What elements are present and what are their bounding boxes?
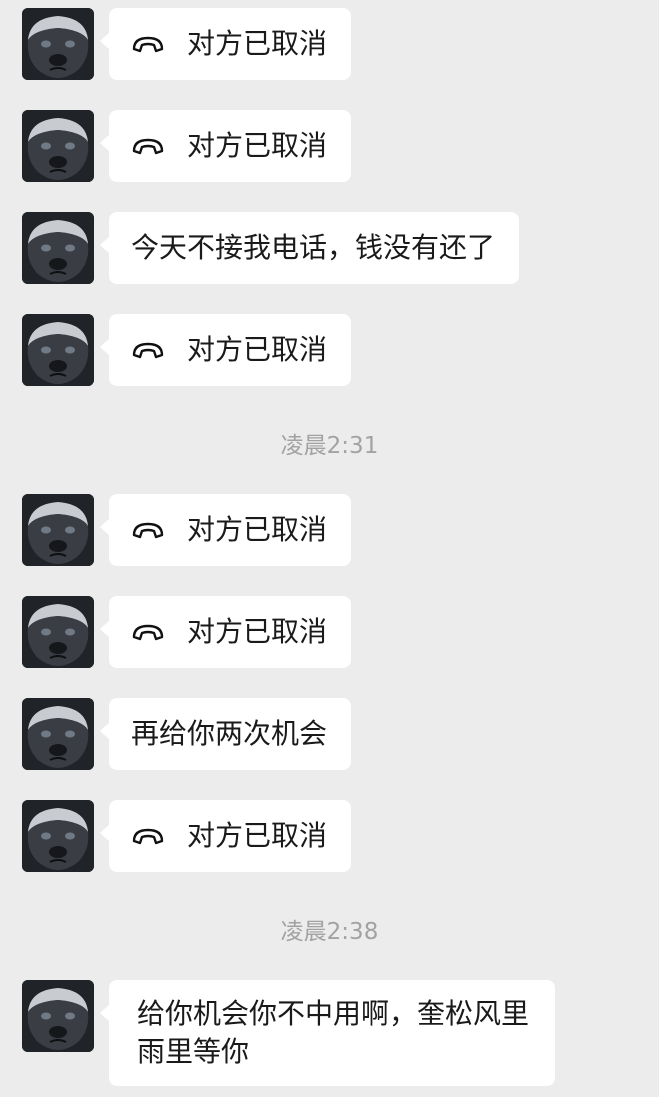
contact-avatar[interactable] <box>22 980 94 1052</box>
call-status-text: 对方已取消 <box>187 513 328 546</box>
timestamp-separator: 凌晨2:38 <box>280 919 379 945</box>
message-row: 对方已取消 <box>22 596 642 668</box>
hang-up-phone-icon <box>131 331 165 369</box>
chat-message-list: 对方已取消 对方已取消 今天不接我电话，钱没有还了 对方已取消 凌晨2:31 对… <box>0 0 659 1097</box>
call-status-bubble[interactable]: 对方已取消 <box>99 8 352 80</box>
text-message-bubble[interactable]: 再给你两次机会 <box>99 698 352 770</box>
call-status-text: 对方已取消 <box>187 27 328 60</box>
call-status-bubble[interactable]: 对方已取消 <box>99 110 352 182</box>
hang-up-phone-icon <box>131 817 165 855</box>
message-row: 对方已取消 <box>22 314 642 386</box>
contact-avatar[interactable] <box>22 800 94 872</box>
message-row: 对方已取消 <box>22 800 642 872</box>
call-status-text: 对方已取消 <box>187 819 328 852</box>
contact-avatar[interactable] <box>22 212 94 284</box>
message-row: 再给你两次机会 <box>22 698 642 770</box>
text-message-bubble[interactable]: 今天不接我电话，钱没有还了 <box>99 212 520 284</box>
message-row: 对方已取消 <box>22 8 642 80</box>
message-row: 对方已取消 <box>22 494 642 566</box>
contact-avatar[interactable] <box>22 698 94 770</box>
message-text: 今天不接我电话，钱没有还了 <box>131 231 496 264</box>
message-row: 给你机会你不中用啊，奎松风里雨里等你 <box>22 980 642 1088</box>
message-row: 今天不接我电话，钱没有还了 <box>22 212 642 284</box>
contact-avatar[interactable] <box>22 110 94 182</box>
call-status-text: 对方已取消 <box>187 615 328 648</box>
contact-avatar[interactable] <box>22 494 94 566</box>
call-status-bubble[interactable]: 对方已取消 <box>99 494 352 566</box>
hang-up-phone-icon <box>131 127 165 165</box>
call-status-bubble[interactable]: 对方已取消 <box>99 596 352 668</box>
contact-avatar[interactable] <box>22 596 94 668</box>
call-status-text: 对方已取消 <box>187 333 328 366</box>
timestamp-separator: 凌晨2:31 <box>280 433 379 459</box>
contact-avatar[interactable] <box>22 8 94 80</box>
hang-up-phone-icon <box>131 511 165 549</box>
text-message-bubble[interactable]: 给你机会你不中用啊，奎松风里雨里等你 <box>100 980 555 1086</box>
call-status-bubble[interactable]: 对方已取消 <box>99 314 352 386</box>
message-text: 给你机会你不中用啊，奎松风里雨里等你 <box>137 997 530 1068</box>
call-status-text: 对方已取消 <box>187 129 328 162</box>
message-text: 再给你两次机会 <box>131 717 328 750</box>
hang-up-phone-icon <box>131 25 165 63</box>
contact-avatar[interactable] <box>22 314 94 386</box>
message-row: 对方已取消 <box>22 110 642 182</box>
hang-up-phone-icon <box>131 613 165 651</box>
call-status-bubble[interactable]: 对方已取消 <box>99 800 352 872</box>
